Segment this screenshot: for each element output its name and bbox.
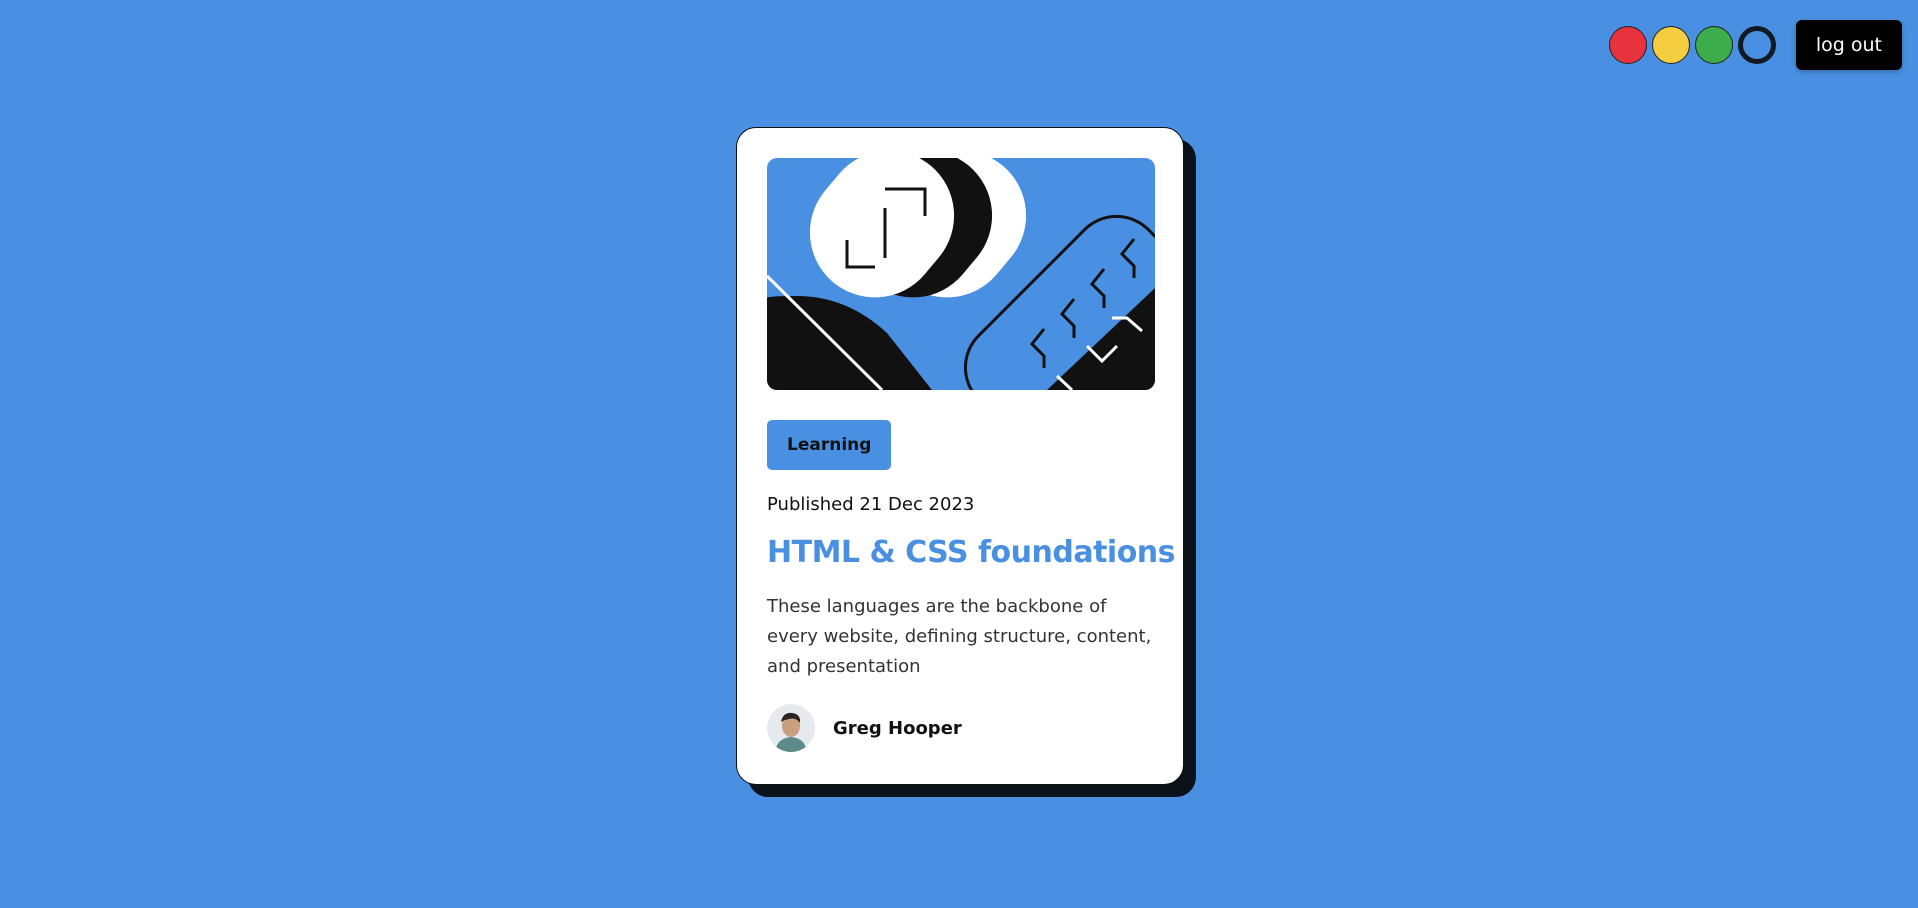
blog-preview-card: Learning Published 21 Dec 2023 HTML & CS… [736,127,1184,785]
theme-blue-swatch[interactable] [1737,26,1776,64]
theme-green-swatch[interactable] [1694,26,1733,64]
author: Greg Hooper [767,704,1153,752]
card-title[interactable]: HTML & CSS foundations [767,535,1176,570]
category-tag[interactable]: Learning [767,420,892,470]
theme-yellow-swatch[interactable] [1651,26,1690,64]
avatar [767,704,815,752]
logout-button[interactable]: log out [1795,20,1902,70]
card-description: These languages are the backbone of ever… [767,596,1152,677]
published-date: Published 21 Dec 2023 [767,494,975,515]
header-controls: log out [1608,20,1902,70]
theme-red-swatch[interactable] [1608,26,1647,64]
author-name: Greg Hooper [833,717,962,739]
card-illustration [767,158,1155,390]
